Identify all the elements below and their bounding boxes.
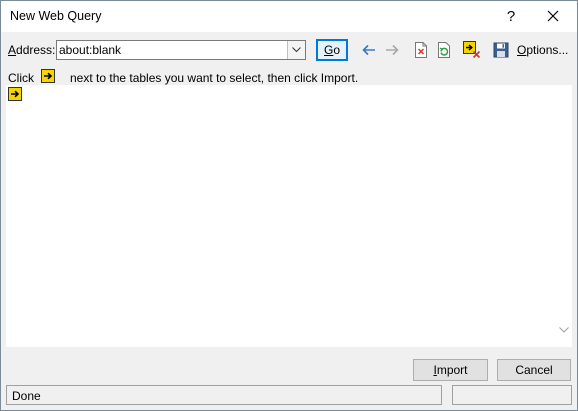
- save-query-icon: [493, 42, 509, 58]
- hide-icons-icon: [463, 41, 481, 59]
- hide-icons-button[interactable]: [463, 41, 481, 59]
- status-bar-progress: [452, 385, 572, 405]
- help-button[interactable]: ?: [497, 4, 525, 28]
- new-web-query-dialog: New Web Query ? Address: Go: [0, 0, 578, 411]
- refresh-button[interactable]: [435, 41, 453, 59]
- title-bar: New Web Query ?: [1, 1, 577, 32]
- address-combobox[interactable]: [56, 40, 306, 60]
- scroll-down-button[interactable]: [558, 323, 570, 337]
- import-button[interactable]: Import: [413, 359, 488, 381]
- options-button[interactable]: Options...: [517, 43, 568, 57]
- instruction-text: next to the tables you want to select, t…: [70, 71, 359, 85]
- stop-icon: [415, 42, 427, 58]
- web-page-preview[interactable]: [6, 85, 572, 347]
- go-button[interactable]: Go: [316, 39, 348, 61]
- toolbar: Address: Go: [1, 32, 577, 68]
- address-dropdown-button[interactable]: [287, 41, 305, 59]
- go-button-label: Go: [323, 43, 341, 57]
- help-icon: ?: [506, 7, 516, 25]
- table-select-arrow-icon: [41, 69, 55, 83]
- refresh-icon: [437, 42, 450, 58]
- chevron-down-icon: [559, 327, 569, 333]
- address-input[interactable]: [59, 42, 285, 58]
- import-button-label: Import: [433, 363, 468, 377]
- instruction-line: Click next to the tables you want to sel…: [8, 69, 568, 85]
- back-button[interactable]: [360, 41, 378, 59]
- window-title: New Web Query: [10, 9, 102, 23]
- back-arrow-icon: [362, 44, 375, 56]
- status-text: Done: [12, 389, 41, 403]
- stop-button[interactable]: [412, 41, 430, 59]
- close-button[interactable]: [539, 4, 567, 28]
- instruction-click-word: Click: [8, 71, 34, 85]
- close-icon: [547, 10, 559, 22]
- forward-arrow-icon: [386, 44, 399, 56]
- forward-button[interactable]: [383, 41, 401, 59]
- status-bar: Done: [6, 385, 442, 405]
- table-select-arrow-icon[interactable]: [8, 87, 22, 101]
- save-query-button[interactable]: [492, 41, 510, 59]
- chevron-down-icon: [292, 47, 301, 53]
- cancel-button[interactable]: Cancel: [497, 359, 571, 381]
- address-label: Address:: [8, 43, 56, 57]
- cancel-button-label: Cancel: [515, 363, 553, 377]
